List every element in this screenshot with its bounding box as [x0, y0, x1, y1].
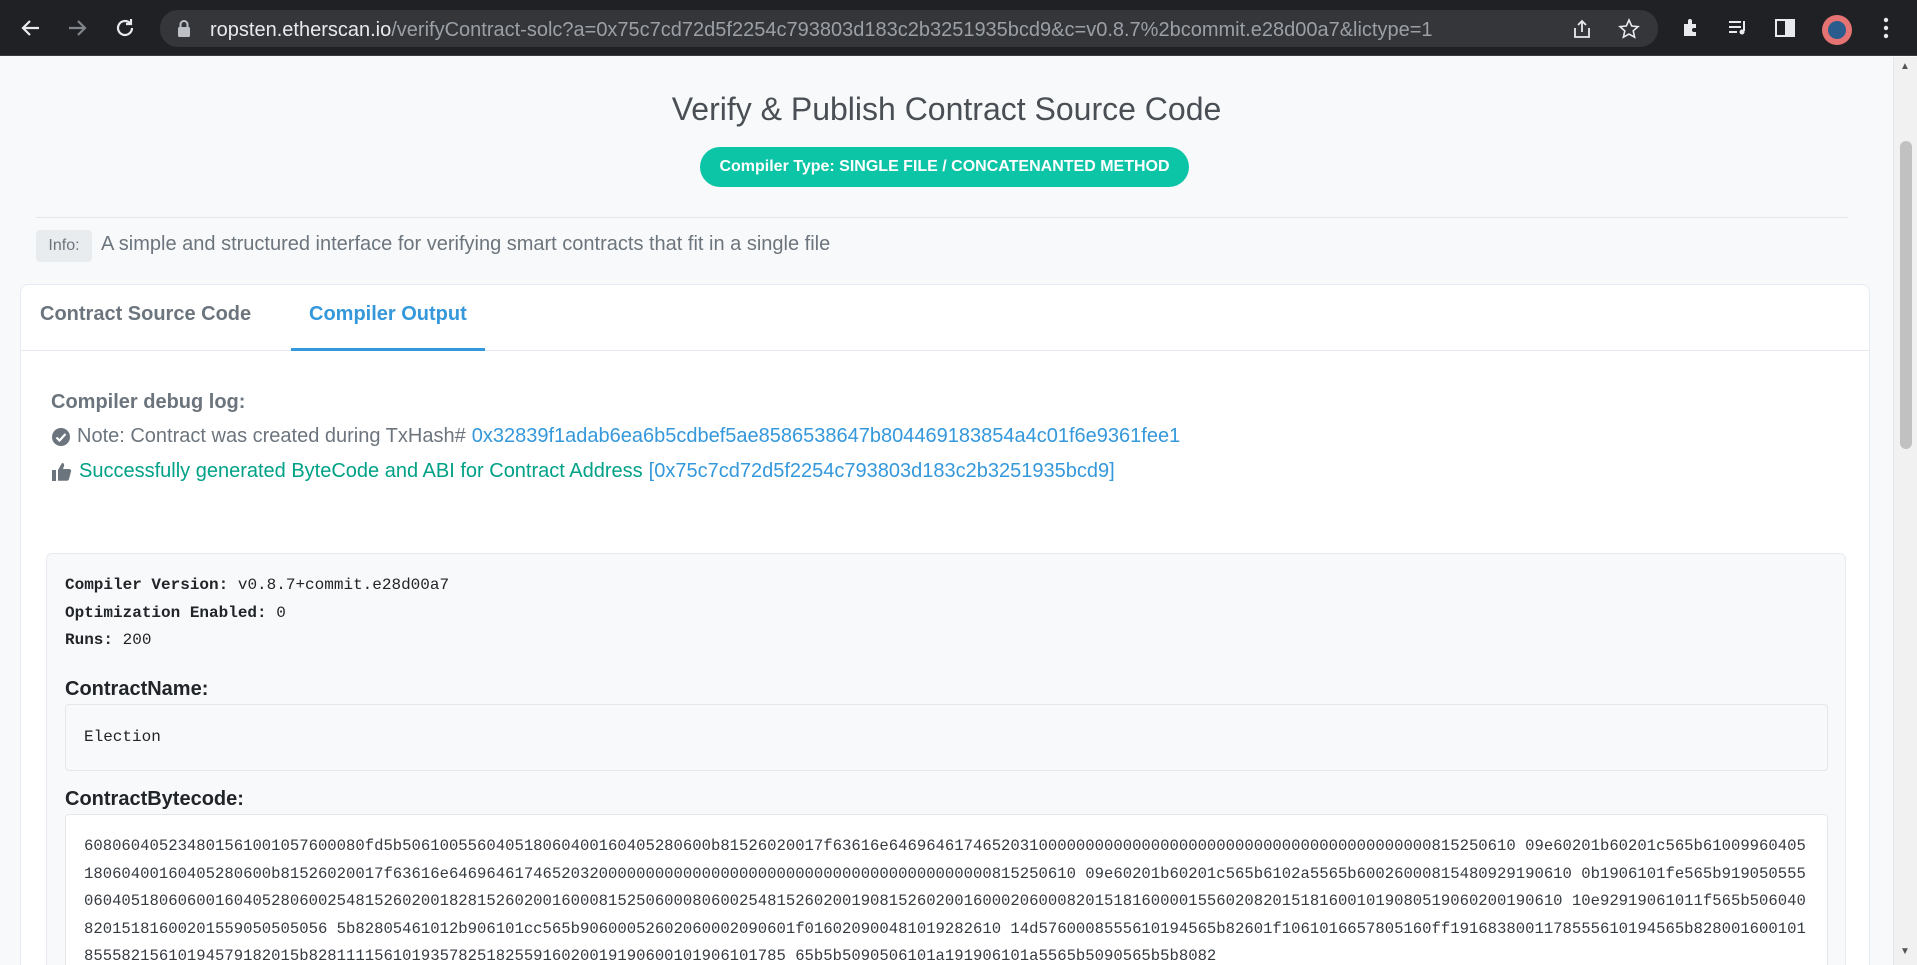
url-text[interactable]: ropsten.etherscan.io/verifyContract-solc… — [210, 19, 1433, 42]
optimization-label: Optimization Enabled: — [65, 604, 267, 622]
divider — [36, 217, 1848, 218]
forward-icon[interactable] — [62, 13, 92, 43]
compiler-version-row: Compiler Version: v0.8.7+commit.e28d00a7 — [65, 576, 449, 594]
txhash-note: Note: Contract was created during TxHash… — [51, 425, 1180, 448]
compiler-type-badge: Compiler Type: SINGLE FILE / CONCATENANT… — [700, 147, 1189, 187]
contract-address-link[interactable]: [0x75c7cd72d5f2254c793803d183c2b3251935b… — [649, 460, 1115, 483]
menu-kebab-icon[interactable] — [1873, 15, 1899, 41]
profile-avatar[interactable] — [1822, 15, 1852, 45]
debug-log-title: Compiler debug log: — [51, 391, 246, 413]
check-circle-icon — [51, 427, 71, 447]
runs-row: Runs: 200 — [65, 631, 151, 649]
tab-compiler-output[interactable]: Compiler Output — [291, 303, 485, 351]
scroll-down-arrow-icon[interactable]: ▼ — [1900, 946, 1910, 957]
tab-contract-source-code[interactable]: Contract Source Code — [22, 303, 269, 351]
address-bar[interactable]: ropsten.etherscan.io/verifyContract-solc… — [160, 10, 1658, 47]
optimization-row: Optimization Enabled: 0 — [65, 604, 286, 622]
compiler-version-value: v0.8.7+commit.e28d00a7 — [237, 576, 450, 594]
page-title: Verify & Publish Contract Source Code — [671, 91, 1222, 127]
contract-name-value: Election — [84, 728, 161, 746]
compiler-card: Contract Source Code Compiler Output Com… — [20, 284, 1870, 965]
share-icon[interactable] — [1570, 18, 1594, 40]
contract-name-box[interactable]: Election — [65, 704, 1828, 771]
bytecode-text: 608060405234801561001057600080fd5b506100… — [84, 837, 1806, 965]
thumbs-up-icon — [51, 462, 73, 482]
info-text: A simple and structured interface for ve… — [101, 233, 831, 255]
bytecode-box[interactable]: 608060405234801561001057600080fd5b506100… — [65, 814, 1828, 965]
avatar-image — [1828, 21, 1846, 39]
media-control-icon[interactable] — [1725, 15, 1751, 41]
tab-bar: Contract Source Code Compiler Output — [21, 285, 1869, 351]
lock-icon[interactable] — [176, 19, 192, 44]
compiler-output-panel: Compiler Version: v0.8.7+commit.e28d00a7… — [46, 553, 1846, 965]
contract-bytecode-label: ContractBytecode: — [65, 788, 244, 810]
reload-icon[interactable] — [110, 13, 140, 43]
side-panel-icon[interactable] — [1772, 15, 1798, 41]
compiler-version-label: Compiler Version: — [65, 576, 229, 594]
back-icon[interactable] — [16, 13, 46, 43]
page-content: Verify & Publish Contract Source Code Co… — [0, 57, 1893, 965]
success-text: Successfully generated ByteCode and ABI … — [79, 460, 643, 482]
note-text: Note: Contract was created during TxHash… — [77, 425, 466, 447]
contract-name-label: ContractName: — [65, 678, 209, 700]
bookmark-star-icon[interactable] — [1617, 18, 1641, 40]
extensions-icon[interactable] — [1679, 15, 1705, 41]
info-badge: Info: — [36, 230, 92, 262]
page-scrollbar[interactable]: ▲ ▼ — [1893, 57, 1917, 965]
runs-value: 200 — [122, 631, 152, 649]
scrollbar-thumb[interactable] — [1900, 141, 1912, 449]
browser-toolbar: ropsten.etherscan.io/verifyContract-solc… — [0, 0, 1917, 56]
scroll-up-arrow-icon[interactable]: ▲ — [1900, 61, 1910, 72]
runs-label: Runs: — [65, 631, 114, 649]
txhash-link[interactable]: 0x32839f1adab6ea6b5cdbef5ae8586538647b80… — [472, 425, 1181, 448]
optimization-value: 0 — [276, 604, 286, 622]
success-message: Successfully generated ByteCode and ABI … — [51, 460, 1115, 483]
